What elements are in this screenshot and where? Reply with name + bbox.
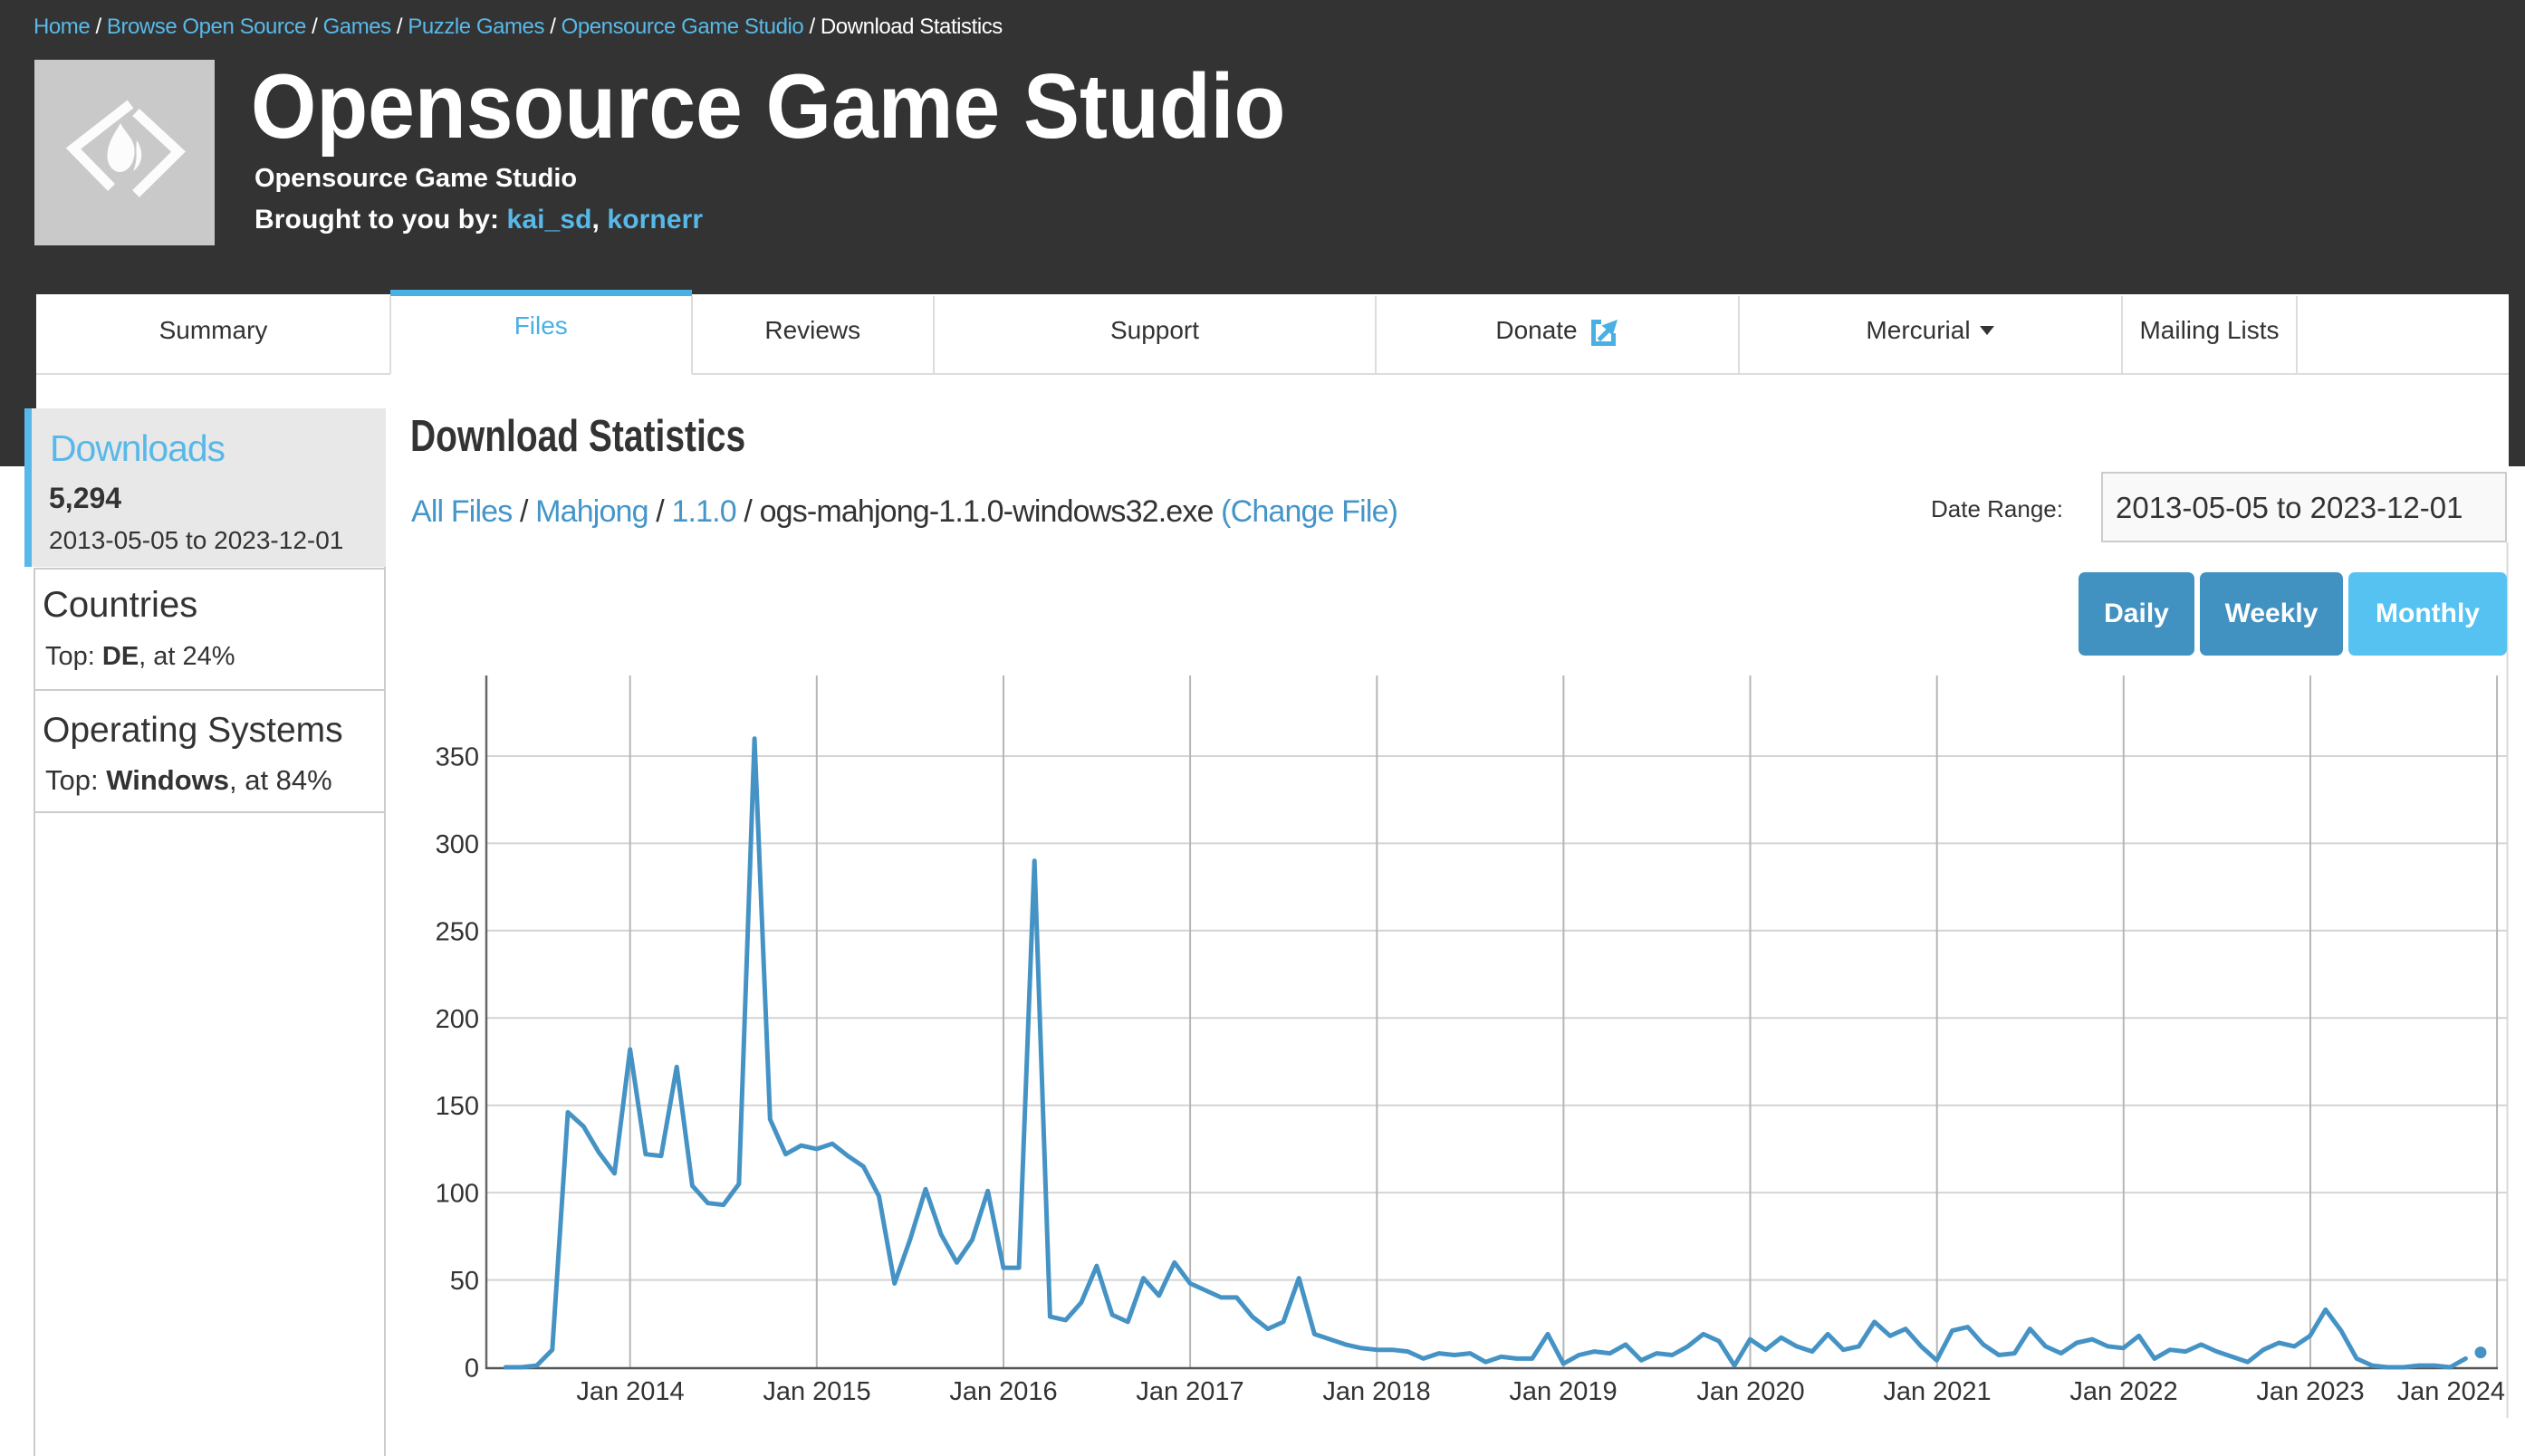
svg-text:Jan 2018: Jan 2018 [1322, 1377, 1430, 1406]
svg-text:Jan 2021: Jan 2021 [1883, 1377, 1991, 1406]
svg-text:Jan 2020: Jan 2020 [1696, 1377, 1804, 1406]
svg-text:250: 250 [436, 917, 479, 946]
svg-text:100: 100 [436, 1180, 479, 1209]
svg-text:Jan 2017: Jan 2017 [1136, 1377, 1243, 1406]
svg-text:Jan 2022: Jan 2022 [2069, 1377, 2177, 1406]
svg-text:Jan 2024: Jan 2024 [2397, 1377, 2505, 1406]
svg-text:50: 50 [450, 1267, 479, 1296]
svg-text:Jan 2019: Jan 2019 [1509, 1377, 1617, 1406]
svg-text:300: 300 [436, 830, 479, 859]
svg-text:Jan 2015: Jan 2015 [763, 1377, 870, 1406]
svg-text:200: 200 [436, 1005, 479, 1034]
svg-text:Jan 2023: Jan 2023 [2256, 1377, 2364, 1406]
svg-text:Jan 2014: Jan 2014 [576, 1377, 684, 1406]
svg-text:0: 0 [465, 1355, 479, 1384]
svg-text:150: 150 [436, 1092, 479, 1121]
svg-text:350: 350 [436, 743, 479, 772]
svg-text:Jan 2016: Jan 2016 [949, 1377, 1057, 1406]
